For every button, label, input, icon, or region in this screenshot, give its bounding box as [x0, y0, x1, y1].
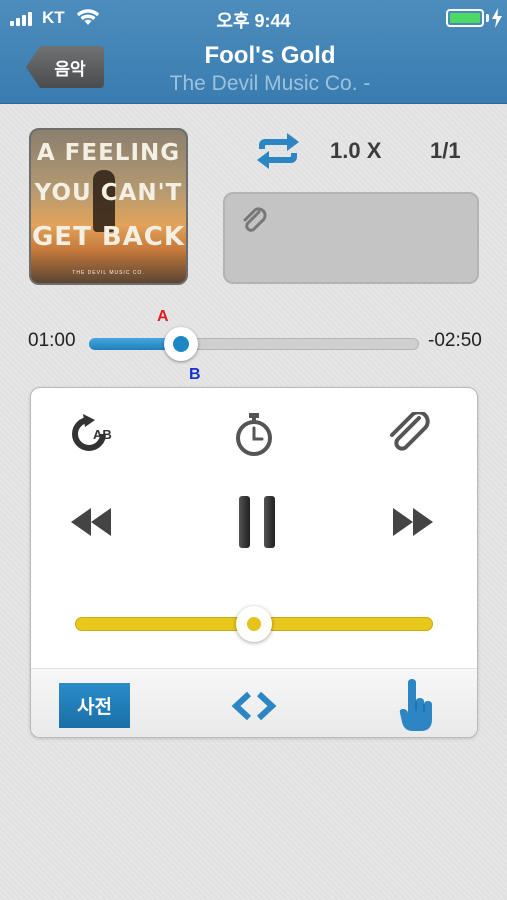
pointing-hand-icon[interactable]: [399, 679, 435, 733]
marker-b: B: [189, 366, 201, 383]
album-art: A FEELING YOU CAN'T GET BACK THE DEVIL M…: [29, 128, 188, 285]
rewind-icon[interactable]: [69, 506, 113, 538]
stopwatch-icon[interactable]: [233, 412, 275, 456]
track-artist: The Devil Music Co. -: [169, 72, 371, 95]
pause-button[interactable]: [239, 496, 275, 548]
top-bar: KT 오후 9:44 음악 Fool's Gold The Devil Musi…: [0, 0, 507, 104]
current-time: 01:00: [28, 330, 76, 351]
album-line-3: GET BACK: [31, 222, 186, 252]
remaining-time: -02:50: [428, 330, 482, 351]
ab-repeat-icon[interactable]: AB: [69, 414, 115, 454]
album-line-1: A FEELING: [36, 140, 181, 166]
album-small-text: THE DEVIL MUSIC CO.: [72, 270, 145, 276]
control-panel: AB 사전: [30, 387, 478, 738]
svg-text:AB: AB: [93, 427, 112, 442]
charging-icon: [492, 8, 502, 28]
track-counter: 1/1: [430, 138, 461, 163]
battery-icon: [446, 9, 484, 27]
progress-knob[interactable]: [164, 327, 199, 361]
panel-footer: 사전: [31, 668, 477, 737]
fast-forward-icon[interactable]: [391, 506, 435, 538]
repeat-icon[interactable]: [253, 131, 303, 171]
back-button[interactable]: 음악: [26, 46, 104, 88]
status-bar: KT 오후 9:44: [0, 0, 507, 36]
battery-tip: [486, 14, 489, 22]
playback-speed[interactable]: 1.0 X: [330, 138, 381, 164]
dictionary-button[interactable]: 사전: [59, 683, 130, 728]
marker-a: A: [157, 308, 169, 325]
status-time: 오후 9:44: [216, 11, 291, 31]
album-line-2: YOU CAN'T: [34, 180, 183, 206]
paperclip-icon: [243, 207, 267, 232]
paperclip-icon[interactable]: [387, 412, 435, 458]
track-title: Fool's Gold: [204, 42, 336, 69]
code-arrows-icon[interactable]: [231, 691, 277, 721]
memo-box[interactable]: [223, 192, 479, 284]
volume-knob[interactable]: [236, 606, 272, 642]
